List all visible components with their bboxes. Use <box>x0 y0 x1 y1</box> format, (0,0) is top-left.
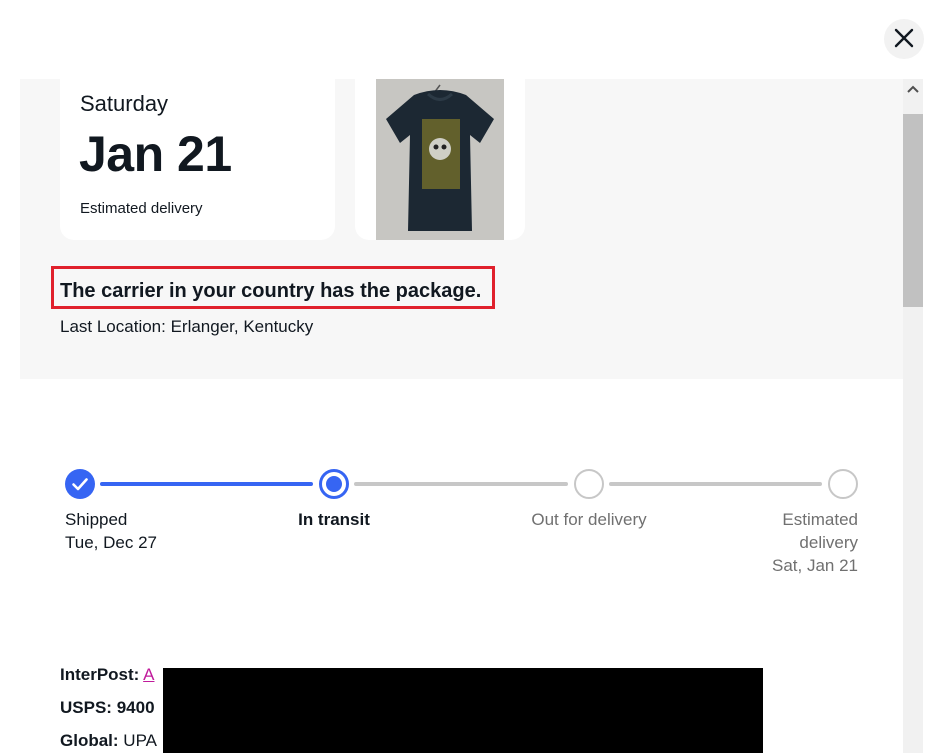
step-out-for-delivery-label: Out for delivery <box>531 510 647 529</box>
progress-segment-2 <box>354 482 568 486</box>
step-estimated-date: Sat, Jan 21 <box>771 556 858 575</box>
step-estimated-title-line2: delivery <box>799 533 858 552</box>
estimated-delivery-label: Estimated delivery <box>80 200 203 217</box>
delivery-date: Jan 21 <box>79 126 232 182</box>
estimated-delivery-card: Saturday Jan 21 Estimated delivery <box>60 79 335 240</box>
carrier-label: USPS: <box>60 698 112 717</box>
check-icon <box>65 478 95 503</box>
item-thumbnail-card[interactable] <box>355 79 525 240</box>
tracking-number: 9400 <box>116 698 155 717</box>
delivery-day: Saturday <box>80 91 169 116</box>
step-out-for-delivery-node <box>574 469 604 499</box>
scrollbar-thumb[interactable] <box>903 114 923 307</box>
tracking-details-panel[interactable]: Saturday Jan 21 Estimated delivery The c… <box>20 79 903 753</box>
step-estimated-delivery-label: Estimated delivery Sat, Jan 21 <box>772 508 858 577</box>
shipment-progress-tracker: Shipped Tue, Dec 27 In transit Out for d… <box>20 464 903 584</box>
step-shipped-title: Shipped <box>65 510 128 529</box>
carrier-row-usps: USPS: 9400 <box>60 698 155 718</box>
close-button[interactable] <box>884 19 924 59</box>
step-in-transit-label: In transit <box>298 510 370 529</box>
close-icon <box>894 28 914 51</box>
chevron-up-icon <box>907 80 919 98</box>
step-in-transit-node <box>319 469 349 499</box>
scroll-up-button[interactable] <box>903 79 923 99</box>
progress-segment-3 <box>609 482 822 486</box>
last-location: Last Location: Erlanger, Kentucky <box>60 317 314 336</box>
step-shipped-label: Shipped Tue, Dec 27 <box>65 508 157 554</box>
redaction-block <box>163 668 763 753</box>
tracking-number: UPA <box>123 731 157 750</box>
vertical-scrollbar[interactable] <box>903 79 923 753</box>
step-estimated-title: Estimated <box>782 510 858 529</box>
item-photo[interactable] <box>376 79 504 240</box>
carrier-label: InterPost: <box>60 665 140 684</box>
tracking-number-link[interactable]: A <box>143 665 154 684</box>
step-shipped-date: Tue, Dec 27 <box>65 533 157 552</box>
step-shipped-node <box>65 469 95 499</box>
step-estimated-delivery-node <box>828 469 858 499</box>
carrier-row-global: Global: UPA <box>60 731 157 751</box>
tracking-status: The carrier in your country has the pack… <box>60 280 482 302</box>
delivery-summary: Saturday Jan 21 Estimated delivery The c… <box>20 79 903 379</box>
carrier-row-interpost: InterPost: A <box>60 665 154 685</box>
carrier-label: Global: <box>60 731 119 750</box>
progress-segment-1 <box>100 482 313 486</box>
